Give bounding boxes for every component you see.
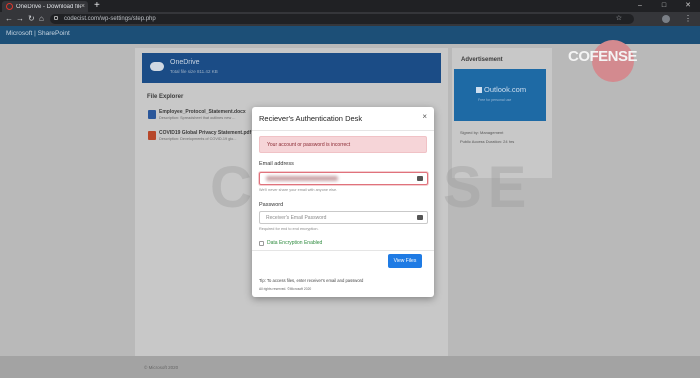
home-icon[interactable]: ⌂: [39, 12, 44, 26]
ad-tagline: Free for personal use: [478, 98, 512, 102]
redacted-email-value: [266, 176, 338, 181]
email-field[interactable]: [259, 172, 428, 185]
opera-favicon-icon: [6, 3, 13, 10]
file-name: COVID19 Global Privacy Statement.pdf: [159, 130, 252, 136]
password-placeholder: Receiver's Email Password: [266, 214, 327, 221]
modal-header: Reciever's Authentication Desk ×: [252, 107, 434, 131]
forward-icon[interactable]: →: [16, 12, 24, 26]
reload-icon[interactable]: ↻: [28, 12, 35, 26]
maximize-button[interactable]: □: [656, 0, 672, 12]
error-alert-text: Your account or password is incorrect: [267, 141, 351, 148]
email-help-text: We'll never share your email with anyone…: [259, 188, 338, 192]
encryption-checkbox[interactable]: [259, 241, 264, 246]
modal-divider: [252, 250, 434, 251]
access-duration: Public Access Duration: 24 hrs: [460, 139, 515, 144]
address-bar: ← → ↻ ⌂ codecist.com/wp-settings/step.ph…: [0, 12, 700, 26]
email-label: Email address: [259, 161, 294, 167]
lock-icon: [54, 16, 58, 20]
error-alert: Your account or password is incorrect: [259, 136, 427, 153]
new-tab-button[interactable]: +: [94, 0, 100, 12]
pdf-file-icon: [148, 131, 156, 140]
encryption-checkbox-label[interactable]: Data Encryption Enabled: [267, 240, 322, 246]
file-name: Employee_Protocol_Statement.docx: [159, 109, 246, 115]
onedrive-size: Total file size 811.42 KB: [170, 69, 218, 74]
outlook-icon: [476, 87, 482, 93]
password-help-text: Required for end to end encryption.: [259, 227, 319, 231]
url-text: codecist.com/wp-settings/step.php: [64, 16, 156, 22]
close-icon[interactable]: ×: [422, 112, 427, 121]
file-description: Description: Spreadsheet that outlines n…: [159, 116, 236, 120]
minimize-button[interactable]: –: [632, 0, 648, 12]
tab-close-icon[interactable]: ×: [81, 3, 85, 10]
file-explorer-title: File Explorer: [147, 94, 184, 100]
modal-title: Reciever's Authentication Desk: [259, 114, 363, 123]
site-navbar: Microsoft | SharePoint: [0, 26, 700, 44]
cofense-logo: COFENSE: [568, 48, 638, 65]
signed-by: Signed by: Management: [460, 130, 504, 135]
word-file-icon: [148, 110, 156, 119]
authentication-modal: Reciever's Authentication Desk × Your ac…: [252, 107, 434, 297]
file-description: Description: Developments of COVID-19 gl…: [159, 137, 237, 141]
password-field[interactable]: Receiver's Email Password: [259, 211, 428, 224]
page-footer: © Microsoft 2020: [0, 356, 700, 378]
profile-avatar[interactable]: [662, 15, 670, 23]
browser-tab[interactable]: OneDrive - Download files ×: [2, 1, 88, 12]
autofill-icon[interactable]: [417, 215, 423, 220]
onedrive-title: OneDrive: [170, 59, 200, 66]
url-field[interactable]: codecist.com/wp-settings/step.php ☆: [50, 14, 634, 24]
advertisement-title: Advertisement: [461, 57, 503, 63]
menu-icon[interactable]: ⋮: [684, 12, 692, 26]
browser-tab-bar: OneDrive - Download files × + – □ ✕: [0, 0, 700, 12]
footer-text: © Microsoft 2020: [144, 365, 179, 370]
advertisement-banner[interactable]: Outlook.com Free for personal use: [454, 69, 546, 121]
back-icon[interactable]: ←: [5, 12, 13, 26]
autofill-icon[interactable]: [417, 176, 423, 181]
site-brand[interactable]: Microsoft | SharePoint: [6, 30, 70, 37]
bookmark-star-icon[interactable]: ☆: [616, 14, 622, 24]
tip-text: Tip: To access files, enter receiver's e…: [259, 278, 364, 283]
close-window-button[interactable]: ✕: [680, 0, 696, 12]
outlook-logo: Outlook.com: [476, 85, 526, 94]
tab-title: OneDrive - Download files: [16, 3, 81, 10]
view-files-button[interactable]: View Files: [388, 254, 422, 268]
outlook-logo-text: Outlook.com: [484, 85, 527, 94]
cloud-icon: [150, 62, 164, 71]
onedrive-header: OneDrive Total file size 811.42 KB: [142, 53, 441, 83]
rights-text: All rights reserved. ©Microsoft 2020: [259, 287, 312, 291]
password-label: Password: [259, 202, 284, 208]
